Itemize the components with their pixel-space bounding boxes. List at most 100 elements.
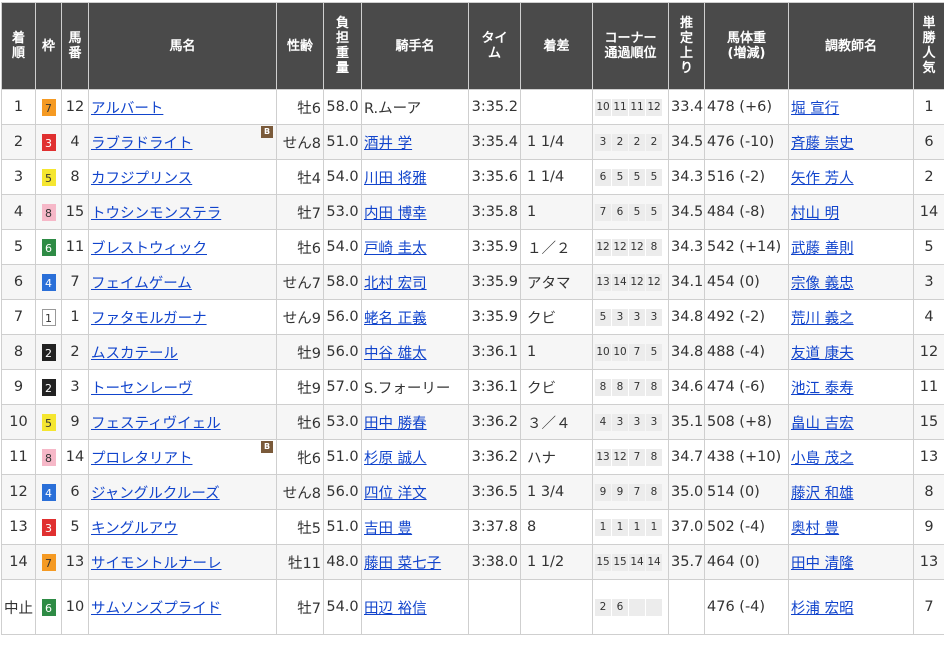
trainer-name-link[interactable]: 斉藤 崇史	[791, 136, 854, 152]
trainer-name-link[interactable]: 小島 茂之	[791, 451, 854, 467]
horse-name-link[interactable]: カフジプリンス	[91, 171, 192, 187]
horse-name-link[interactable]: プロレタリアト	[91, 451, 193, 467]
jockey-name[interactable]: 中谷 雄太	[364, 346, 427, 362]
jockey-name[interactable]: 内田 博幸	[364, 206, 427, 222]
corner-position: 6	[612, 204, 628, 221]
trainer-name-link[interactable]: 堀 宣行	[791, 101, 839, 117]
weight-cell: 58.0	[323, 89, 362, 125]
corner-position: 2	[646, 134, 662, 151]
umaban-cell: 2	[61, 334, 89, 370]
sexage-cell: せん8	[276, 474, 324, 510]
rank-cell: 4	[1, 194, 36, 230]
jockey-name[interactable]: 四位 洋文	[364, 486, 427, 502]
weight-cell: 56.0	[323, 474, 362, 510]
jockey-name[interactable]: 蛯名 正義	[364, 311, 427, 327]
corner-position: 5	[612, 169, 628, 186]
agari-cell	[668, 579, 705, 635]
popularity-cell: 1	[913, 89, 944, 125]
corner-position: 12	[612, 449, 628, 466]
trainer-name-link[interactable]: 武藤 善則	[791, 241, 854, 257]
trainer-name-link[interactable]: 杉浦 宏昭	[791, 601, 854, 617]
header-margin: 着差	[520, 2, 593, 90]
waku-badge: 7	[41, 553, 56, 571]
jockey-name[interactable]: 田辺 裕信	[364, 601, 427, 617]
jockey-name[interactable]: 杉原 誠人	[364, 451, 427, 467]
horse-name-link[interactable]: ジャングルクルーズ	[91, 486, 220, 502]
sexage-cell: 牡4	[276, 159, 324, 195]
jockey-name[interactable]: 戸崎 圭太	[364, 241, 427, 257]
corner-positions: 9978	[595, 484, 662, 501]
corner-cell: 9978	[592, 474, 669, 510]
agari-cell: 34.8	[668, 334, 705, 370]
corner-positions: 6555	[595, 169, 662, 186]
trainer-name-link[interactable]: 畠山 吉宏	[791, 416, 854, 432]
horse-name-link[interactable]: トウシンモンステラ	[91, 206, 221, 222]
waku-cell: 1	[35, 299, 62, 335]
agari-cell: 34.6	[668, 369, 705, 405]
umaban-cell: 4	[61, 124, 89, 160]
umaban-cell: 3	[61, 369, 89, 405]
horse-name-link[interactable]: フェイムゲーム	[91, 276, 192, 292]
umaban-cell: 11	[61, 229, 89, 265]
corner-cell: 6555	[592, 159, 669, 195]
time-cell: 3:36.2	[468, 439, 521, 475]
popularity-cell: 3	[913, 264, 944, 300]
horse-name-link[interactable]: サムソンズプライド	[91, 601, 221, 617]
trainer-name-link[interactable]: 矢作 芳人	[791, 171, 854, 187]
trainer-name-link[interactable]: 宗像 義忠	[791, 276, 854, 292]
margin-cell: 1 1/4	[520, 159, 593, 195]
popularity-cell: 13	[913, 544, 944, 580]
margin-cell: ハナ	[520, 439, 593, 475]
horse-name-link[interactable]: サイモントルナーレ	[91, 556, 222, 572]
corner-position: 8	[646, 379, 662, 396]
time-cell: 3:35.8	[468, 194, 521, 230]
popularity-cell: 9	[913, 509, 944, 545]
horse-name-link[interactable]: アルバート	[91, 101, 163, 117]
jockey-name[interactable]: 酒井 学	[364, 136, 412, 152]
waku-badge: 1	[41, 308, 56, 326]
sexage-cell: 牡7	[276, 194, 324, 230]
corner-position: 14	[612, 274, 628, 291]
trainer-name-link[interactable]: 荒川 義之	[791, 311, 854, 327]
horse-name-link[interactable]: キングルアウ	[91, 521, 178, 537]
header-popularity: 単勝人気	[913, 2, 944, 90]
jockey-name[interactable]: 北村 宏司	[364, 276, 427, 292]
corner-positions: 7655	[595, 204, 662, 221]
horse-name-link[interactable]: ブレストウィック	[91, 241, 207, 257]
agari-cell: 34.8	[668, 299, 705, 335]
rank-cell: 2	[1, 124, 36, 160]
corner-positions: 10 10 7 5	[595, 344, 662, 361]
trainer-name-link[interactable]: 田中 清隆	[791, 556, 854, 572]
horse-name-link[interactable]: ラブラドライト	[91, 136, 193, 152]
trainer-name-link[interactable]: 藤沢 和雄	[791, 486, 854, 502]
weight-cell: 57.0	[323, 369, 362, 405]
popularity-cell: 15	[913, 404, 944, 440]
body-weight-cell: 542 (+14)	[704, 229, 789, 265]
umaban-cell: 8	[61, 159, 89, 195]
horse-name-link[interactable]: トーセンレーヴ	[91, 381, 193, 397]
sexage-cell: 牡9	[276, 334, 324, 370]
jockey-name[interactable]: 川田 将雅	[364, 171, 427, 187]
weight-cell: 48.0	[323, 544, 362, 580]
umaban-cell: 13	[61, 544, 89, 580]
trainer-name-link[interactable]: 奥村 豊	[791, 521, 839, 537]
header-corner: コーナー通過順位	[592, 2, 669, 90]
horse-name-link[interactable]: ファタモルガーナ	[91, 311, 207, 327]
trainer-name-link[interactable]: 友道 康夫	[791, 346, 854, 362]
corner-position: 7	[595, 204, 611, 221]
horse-cell: トウシンモンステラ	[88, 194, 277, 230]
jockey-name[interactable]: 吉田 豊	[364, 521, 412, 537]
jockey-name[interactable]: 田中 勝春	[364, 416, 427, 432]
trainer-name-link[interactable]: 村山 明	[791, 206, 839, 222]
waku-badge: 8	[41, 448, 56, 466]
trainer-cell: 友道 康夫	[788, 334, 914, 370]
horse-name-link[interactable]: フェスティヴイェル	[91, 416, 221, 432]
corner-position: 15	[612, 554, 628, 571]
trainer-name-link[interactable]: 池江 泰寿	[791, 381, 854, 397]
sexage-cell: 牡6	[276, 229, 324, 265]
jockey-name[interactable]: 藤田 菜七子	[364, 556, 441, 572]
rank-cell: 3	[1, 159, 36, 195]
horse-name-link[interactable]: ムスカテール	[91, 346, 178, 362]
table-row: 12 4 6 ジャングルクルーズ せん8 56.0 四位 洋文 3:36.5 1 3/4 9 9 7 8…	[1, 474, 944, 510]
rank-cell: 9	[1, 369, 36, 405]
